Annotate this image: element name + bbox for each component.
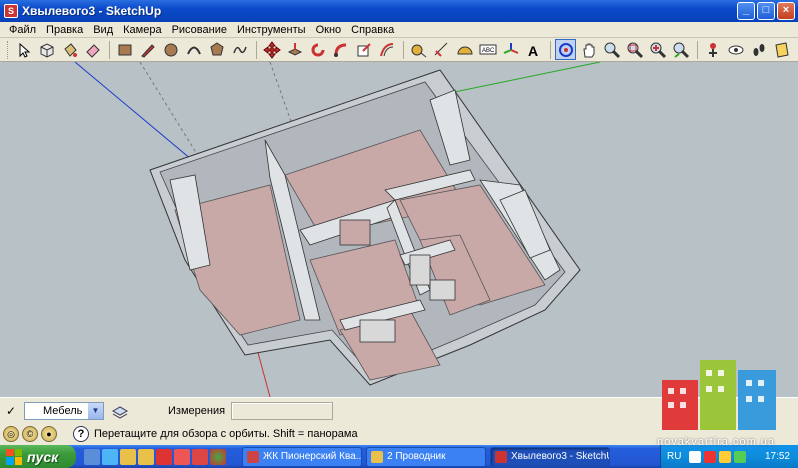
eraser-icon[interactable] <box>82 39 103 60</box>
yandex-icon[interactable] <box>174 448 190 465</box>
quick-launch <box>84 448 226 465</box>
offset-icon[interactable] <box>376 39 397 60</box>
modeling-viewport[interactable] <box>0 62 798 397</box>
3d-floor-plan-model[interactable] <box>0 62 798 397</box>
toolbar-separator <box>256 40 257 59</box>
credits-icon[interactable]: © <box>22 426 38 442</box>
text-tool-icon[interactable]: ABC <box>477 39 498 60</box>
opera-icon[interactable] <box>156 448 172 465</box>
user-icon[interactable]: ● <box>41 426 57 442</box>
zoom-icon[interactable] <box>601 39 622 60</box>
geo-location-icon[interactable]: ◎ <box>3 426 19 442</box>
folder-icon <box>371 450 383 463</box>
polygon-icon[interactable] <box>206 39 227 60</box>
svg-text:ABC: ABC <box>482 48 495 54</box>
taskbar-item-sketchup[interactable]: Хвылевого3 - SketchUp <box>490 446 610 467</box>
circle-icon[interactable] <box>160 39 181 60</box>
menu-draw[interactable]: Рисование <box>167 22 232 38</box>
toolbar-grip[interactable] <box>7 40 10 59</box>
measurements-label: Измерения <box>168 404 226 417</box>
chrome-icon[interactable] <box>210 448 226 465</box>
layer-checkmark-icon: ✓ <box>6 403 17 418</box>
title-bar: S Хвылевого3 - SketchUp _ □ × <box>0 0 798 22</box>
system-tray: RU 17:52 <box>660 445 798 468</box>
start-button[interactable]: пуск <box>0 445 76 468</box>
position-camera-icon[interactable] <box>702 39 723 60</box>
push-pull-icon[interactable] <box>284 39 305 60</box>
window-title: Хвылевого3 - SketchUp <box>22 4 162 18</box>
tray-icon[interactable] <box>719 450 732 463</box>
app-icon[interactable] <box>192 448 208 465</box>
pan-hand-icon[interactable] <box>578 39 599 60</box>
menu-camera[interactable]: Камера <box>118 22 166 38</box>
menu-view[interactable]: Вид <box>88 22 118 38</box>
scale-icon[interactable] <box>353 39 374 60</box>
ie-icon[interactable] <box>102 448 118 465</box>
menu-bar: Файл Правка Вид Камера Рисование Инструм… <box>0 22 798 38</box>
menu-help[interactable]: Справка <box>346 22 399 38</box>
zoom-extents-icon[interactable] <box>647 39 668 60</box>
tray-icon[interactable] <box>689 450 702 463</box>
sketchup-app-icon[interactable]: S <box>4 4 18 18</box>
browser-icon <box>247 450 259 463</box>
rectangle-icon[interactable] <box>114 39 135 60</box>
follow-me-icon[interactable] <box>330 39 351 60</box>
menu-file[interactable]: Файл <box>4 22 41 38</box>
clock: 17:52 <box>764 451 790 462</box>
menu-tools[interactable]: Инструменты <box>232 22 311 38</box>
look-around-icon[interactable] <box>725 39 746 60</box>
freehand-icon[interactable] <box>229 39 250 60</box>
windows-logo-icon <box>6 448 22 465</box>
close-button[interactable]: × <box>777 2 795 20</box>
windows-taskbar: пуск ЖК Пионерский Ква... 2 Проводник Хв… <box>0 445 798 468</box>
component-icon[interactable] <box>36 39 57 60</box>
taskbar-item-explorer[interactable]: 2 Проводник <box>366 446 486 467</box>
tape-measure-icon[interactable] <box>408 39 429 60</box>
layer-dropdown-value: Мебель <box>43 404 83 417</box>
tray-icon[interactable] <box>734 450 747 463</box>
show-desktop-icon[interactable] <box>84 448 100 465</box>
measurements-input[interactable] <box>231 401 334 420</box>
svg-text:A: A <box>528 43 538 59</box>
section-plane-icon[interactable] <box>771 39 792 60</box>
sketchup-icon <box>495 450 507 463</box>
toolbar-separator <box>550 40 551 59</box>
arc-icon[interactable] <box>183 39 204 60</box>
start-label: пуск <box>27 448 59 465</box>
select-tool-icon[interactable] <box>13 39 34 60</box>
main-toolbar: ABC A <box>0 38 798 62</box>
rotate-icon[interactable] <box>307 39 328 60</box>
menu-window[interactable]: Окно <box>311 22 347 38</box>
protractor-icon[interactable] <box>454 39 475 60</box>
toolbar-separator <box>403 40 404 59</box>
watermark-logo <box>662 360 776 430</box>
tray-icon[interactable] <box>704 450 717 463</box>
move-icon[interactable] <box>261 39 282 60</box>
menu-edit[interactable]: Правка <box>41 22 88 38</box>
walk-footprints-icon[interactable] <box>748 39 769 60</box>
zoom-window-icon[interactable] <box>624 39 645 60</box>
maximize-button[interactable]: □ <box>757 2 775 20</box>
axes-icon[interactable] <box>500 39 521 60</box>
dimension-icon[interactable] <box>431 39 452 60</box>
folder-icon[interactable] <box>138 448 154 465</box>
watermark-text: novakvartira.com.ua <box>657 436 776 448</box>
folder-icon[interactable] <box>120 448 136 465</box>
toolbar-separator <box>697 40 698 59</box>
status-hint: Перетащите для обзора с орбиты. Shift = … <box>94 428 358 440</box>
orbit-icon[interactable] <box>555 39 576 60</box>
3d-text-icon[interactable]: A <box>523 39 544 60</box>
chevron-down-icon[interactable]: ▼ <box>88 402 103 419</box>
taskbar-item-browser[interactable]: ЖК Пионерский Ква... <box>242 446 362 467</box>
paint-bucket-icon[interactable] <box>59 39 80 60</box>
line-pencil-icon[interactable] <box>137 39 158 60</box>
minimize-button[interactable]: _ <box>737 2 755 20</box>
language-indicator[interactable]: RU <box>667 451 681 462</box>
layer-manager-icon[interactable] <box>110 401 130 421</box>
help-icon[interactable]: ? <box>73 426 89 442</box>
toolbar-separator <box>109 40 110 59</box>
layer-dropdown[interactable]: Мебель ▼ <box>24 401 104 420</box>
previous-view-icon[interactable] <box>670 39 691 60</box>
